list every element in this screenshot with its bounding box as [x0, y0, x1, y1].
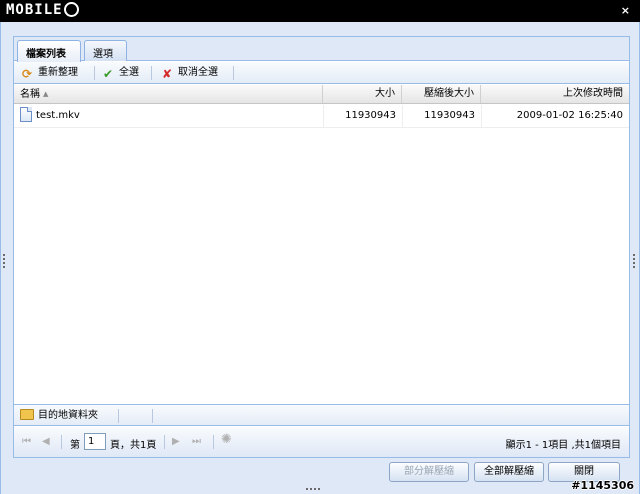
- grid-header: 名稱 ▲ 大小 壓縮後大小 上次修改時間: [14, 85, 629, 104]
- watermark: #1145306: [571, 479, 634, 492]
- page-number-input[interactable]: [84, 433, 106, 450]
- checkmark-icon: ✔: [102, 67, 114, 81]
- deselect-all-button[interactable]: ✘ 取消全選: [160, 65, 218, 81]
- page-prefix: 第: [70, 440, 80, 451]
- extract-dialog: 檔案列表 選項 ⟳ 重新整理 ✔ 全選 ✘ 取消全選 名稱 ▲ 大小 壓縮後大小 上次修…: [0, 22, 640, 494]
- select-all-label: 全選: [119, 67, 139, 78]
- destination-folder-button[interactable]: 目的地資料夾: [20, 408, 98, 424]
- refresh-icon[interactable]: ✺: [221, 433, 232, 447]
- column-header-size[interactable]: 大小: [323, 85, 402, 103]
- pager-separator: [213, 435, 214, 449]
- tab-strip: 檔案列表 選項: [14, 37, 629, 62]
- modified-time-cell: 2009-01-02 16:25:40: [516, 110, 623, 121]
- destination-bar: 目的地資料夾: [14, 404, 629, 426]
- refresh-label: 重新整理: [38, 67, 78, 78]
- column-divider: [323, 105, 324, 128]
- cross-icon: ✘: [161, 67, 173, 81]
- file-name-cell: test.mkv: [14, 105, 323, 127]
- file-size-cell: 11930943: [345, 110, 396, 121]
- bottom-resize-grip[interactable]: [306, 488, 320, 491]
- first-page-icon[interactable]: ⏮: [22, 435, 31, 449]
- next-page-icon[interactable]: ▶: [172, 435, 180, 449]
- page-suffix: 頁，共1頁: [110, 440, 157, 451]
- mobile01-logo: MOBILE: [6, 2, 79, 18]
- deselect-all-label: 取消全選: [178, 67, 218, 78]
- logo-circle-icon: [63, 2, 79, 17]
- pager-summary: 顯示1 - 1項目 ,共1個項目: [505, 440, 621, 451]
- refresh-icon: ⟳: [21, 67, 33, 81]
- partial-extract-button[interactable]: 部分解壓縮: [389, 462, 469, 482]
- file-icon: [20, 107, 32, 122]
- destination-label: 目的地資料夾: [38, 410, 98, 421]
- last-page-icon[interactable]: ⏭: [192, 435, 201, 449]
- title-bar: MOBILE ×: [0, 0, 640, 22]
- pager-separator: [61, 435, 62, 449]
- toolbar-separator: [94, 66, 95, 80]
- column-header-name[interactable]: 名稱 ▲: [14, 85, 323, 103]
- select-all-button[interactable]: ✔ 全選: [101, 65, 139, 81]
- right-resize-grip[interactable]: [633, 254, 637, 268]
- tab-options[interactable]: 選項: [84, 40, 127, 61]
- compressed-size-cell: 11930943: [424, 110, 475, 121]
- toolbar-separator: [151, 66, 152, 80]
- left-resize-grip[interactable]: [3, 254, 7, 268]
- column-name-label: 名稱: [20, 89, 40, 100]
- prev-page-icon[interactable]: ◀: [42, 435, 50, 449]
- sort-ascending-icon: ▲: [43, 90, 49, 98]
- toolbar-separator: [118, 409, 119, 423]
- toolbar-separator: [233, 66, 234, 80]
- folder-icon: [20, 409, 34, 420]
- file-panel: 檔案列表 選項 ⟳ 重新整理 ✔ 全選 ✘ 取消全選 名稱 ▲ 大小 壓縮後大小 上次修…: [13, 36, 630, 458]
- column-divider: [481, 105, 482, 128]
- column-header-compressed[interactable]: 壓縮後大小: [402, 85, 481, 103]
- logo-text: MOBILE: [6, 2, 63, 18]
- toolbar-separator: [152, 409, 153, 423]
- pagination-bar: ⏮ ◀ 第 頁，共1頁 ▶ ⏭ ✺ 顯示1 - 1項目 ,共1個項目: [14, 427, 629, 457]
- column-divider: [402, 105, 403, 128]
- file-name: test.mkv: [36, 110, 80, 121]
- tab-file-list[interactable]: 檔案列表: [17, 40, 81, 62]
- column-header-modified[interactable]: 上次修改時間: [481, 85, 629, 103]
- refresh-button[interactable]: ⟳ 重新整理: [20, 65, 78, 81]
- file-toolbar: ⟳ 重新整理 ✔ 全選 ✘ 取消全選: [14, 62, 629, 84]
- table-row[interactable]: test.mkv 11930943 11930943 2009-01-02 16…: [14, 105, 629, 128]
- pager-separator: [164, 435, 165, 449]
- close-icon[interactable]: ×: [621, 4, 630, 17]
- extract-all-button[interactable]: 全部解壓縮: [474, 462, 544, 482]
